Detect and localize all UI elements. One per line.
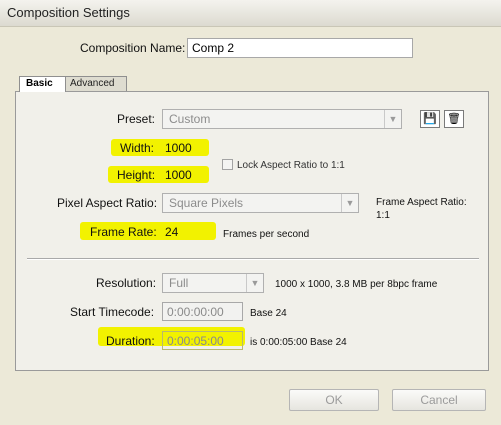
save-preset-button[interactable]: 💾 bbox=[420, 110, 440, 128]
frame-rate-unit: Frames per second bbox=[223, 229, 310, 240]
width-input[interactable]: 1000 bbox=[165, 141, 192, 155]
tab-basic[interactable]: Basic bbox=[19, 76, 66, 92]
lock-aspect-checkbox[interactable] bbox=[222, 159, 233, 170]
duration-input[interactable]: 0:00:05:00 bbox=[162, 331, 243, 350]
chevron-down-icon: ▼ bbox=[246, 274, 263, 292]
pixel-aspect-label: Pixel Aspect Ratio: bbox=[57, 196, 158, 210]
window-title: Composition Settings bbox=[7, 5, 130, 20]
height-input[interactable]: 1000 bbox=[165, 168, 192, 182]
resolution-select[interactable]: Full ▼ bbox=[162, 273, 264, 293]
frame-rate-input[interactable]: 24 bbox=[165, 225, 178, 239]
chevron-down-icon: ▼ bbox=[341, 194, 358, 212]
frame-aspect-value: 1:1 bbox=[376, 210, 390, 221]
start-timecode-label: Start Timecode: bbox=[70, 305, 155, 319]
pixel-aspect-value: Square Pixels bbox=[169, 196, 244, 210]
resolution-info: 1000 x 1000, 3.8 MB per 8bpc frame bbox=[275, 279, 438, 290]
composition-name-label: Composition Name: bbox=[80, 41, 186, 55]
resolution-label: Resolution: bbox=[96, 276, 157, 290]
tab-advanced[interactable]: Advanced bbox=[63, 76, 127, 92]
preset-value: Custom bbox=[169, 112, 211, 126]
start-timecode-base: Base 24 bbox=[250, 308, 287, 319]
duration-info: is 0:00:05:00 Base 24 bbox=[250, 337, 347, 348]
ok-button[interactable]: OK bbox=[289, 389, 379, 411]
start-timecode-input[interactable]: 0:00:00:00 bbox=[162, 302, 243, 321]
resolution-value: Full bbox=[169, 276, 189, 290]
composition-name-input[interactable]: Comp 2 bbox=[187, 38, 413, 58]
preset-label: Preset: bbox=[117, 112, 156, 126]
pixel-aspect-select[interactable]: Square Pixels ▼ bbox=[162, 193, 359, 213]
width-label: Width: bbox=[120, 141, 155, 155]
title-bar: Composition Settings bbox=[0, 0, 501, 27]
frame-aspect-label: Frame Aspect Ratio: bbox=[376, 197, 467, 208]
trash-icon: 🗑 bbox=[447, 113, 461, 125]
floppy-disk-icon: 💾 bbox=[423, 113, 437, 125]
height-label: Height: bbox=[117, 168, 156, 182]
lock-aspect-label: Lock Aspect Ratio to 1:1 bbox=[237, 160, 345, 171]
section-divider bbox=[27, 258, 479, 260]
delete-preset-button[interactable]: 🗑 bbox=[444, 110, 464, 128]
cancel-button[interactable]: Cancel bbox=[392, 389, 486, 411]
duration-label: Duration: bbox=[106, 334, 155, 348]
preset-select[interactable]: Custom ▼ bbox=[162, 109, 402, 129]
frame-rate-label: Frame Rate: bbox=[90, 225, 157, 239]
chevron-down-icon: ▼ bbox=[384, 110, 401, 128]
